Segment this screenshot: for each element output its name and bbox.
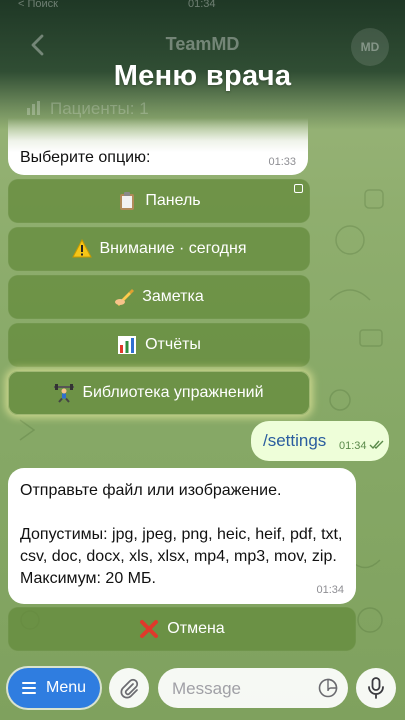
- bar-chart-icon: [117, 335, 137, 355]
- writing-hand-icon: [114, 287, 135, 307]
- microphone-button[interactable]: [356, 668, 396, 708]
- menu-button[interactable]: Menu: [8, 668, 100, 708]
- message-input[interactable]: Message: [158, 668, 348, 708]
- chart-icon: [27, 101, 40, 115]
- message-placeholder: Message: [172, 679, 241, 698]
- kb-button-attention-today[interactable]: Внимание · сегодня: [8, 227, 310, 271]
- message-time: 01:34: [339, 440, 367, 452]
- menu-button-label: Menu: [45, 679, 87, 696]
- message-time: 01:33: [268, 156, 296, 168]
- message-text: Выберите опцию:: [20, 149, 151, 166]
- kb-button-panel[interactable]: Панель: [8, 179, 310, 223]
- pinned-text: Пациенты: 1: [50, 99, 149, 118]
- message-text-line2: Допустимы: jpg, jpeg, png, heic, heif, p…: [20, 526, 343, 587]
- hamburger-icon: [21, 682, 38, 694]
- microphone-icon: [368, 677, 384, 699]
- warning-icon: [71, 238, 92, 259]
- sticker-icon[interactable]: [318, 678, 338, 698]
- double-check-icon: [369, 440, 384, 450]
- message-choose-option: Выберите опцию: 01:33: [8, 118, 308, 175]
- outgoing-message: /settings 01:34: [251, 421, 389, 461]
- kb-button-label: Библиотека упражнений: [82, 384, 264, 401]
- weightlifter-icon: [54, 383, 75, 403]
- kb-button-cancel[interactable]: Отмена: [8, 607, 356, 651]
- kb-button-exercise-library[interactable]: Библиотека упражнений: [8, 371, 310, 415]
- kb-button-label: Панель: [145, 192, 201, 209]
- clipboard-icon: [117, 191, 137, 211]
- chat-nav-row: TeamMD MD: [0, 28, 405, 66]
- kb-button-reports[interactable]: Отчёты: [8, 323, 310, 367]
- kb-button-label: Отчёты: [145, 336, 201, 353]
- page-title: Меню врача: [113, 60, 292, 92]
- message-file-prompt: Отправьте файл или изображение. Допустим…: [8, 468, 356, 604]
- kb-button-label: Заметка: [142, 288, 204, 305]
- cross-mark-icon: [139, 619, 159, 639]
- attach-button[interactable]: [109, 668, 149, 708]
- status-bar: < Поиск 01:34: [0, 0, 405, 14]
- message-time: 01:34: [316, 584, 344, 596]
- expand-icon: [294, 184, 303, 193]
- status-back-search: < Поиск: [18, 0, 58, 10]
- kb-button-label: Отмена: [167, 620, 225, 637]
- input-bar: Menu Message: [0, 660, 405, 720]
- status-time: 01:34: [188, 0, 216, 10]
- message-text[interactable]: /settings: [263, 431, 326, 451]
- kb-button-note[interactable]: Заметка: [8, 275, 310, 319]
- paperclip-icon: [120, 678, 139, 699]
- kb-button-label: Внимание · сегодня: [99, 240, 247, 257]
- chat-title[interactable]: TeamMD: [0, 34, 405, 55]
- message-text-line1: Отправьте файл или изображение.: [20, 482, 282, 499]
